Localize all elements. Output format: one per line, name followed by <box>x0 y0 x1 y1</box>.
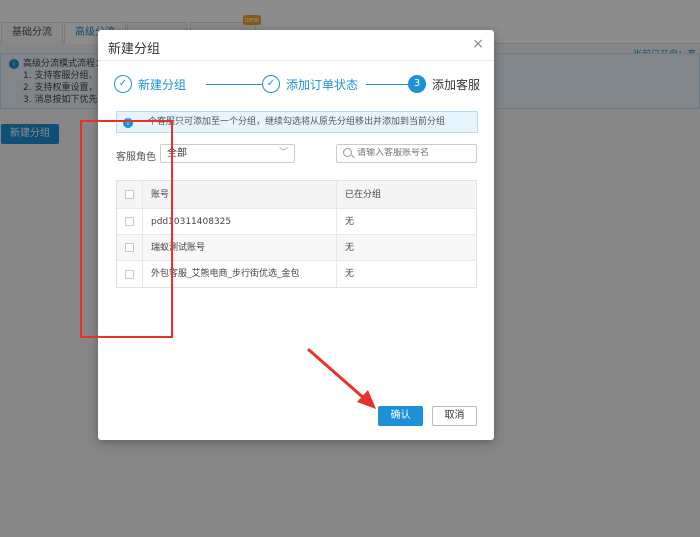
annotation-arrow-icon <box>307 348 376 409</box>
